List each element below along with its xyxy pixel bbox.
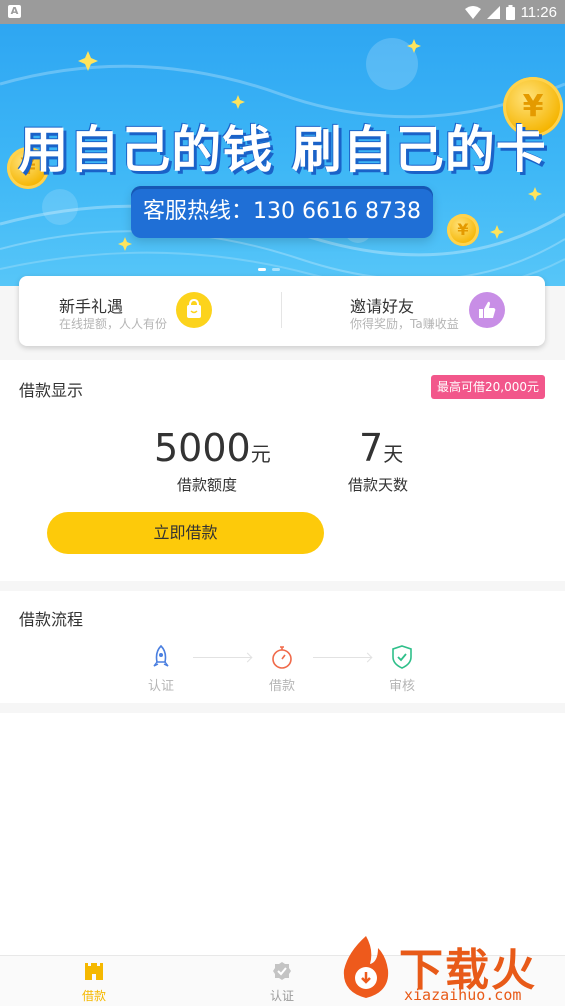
flame-logo-icon bbox=[343, 936, 389, 998]
gift-bag-icon bbox=[176, 292, 212, 328]
castle-icon bbox=[85, 963, 103, 980]
loan-amount-unit: 元 bbox=[250, 442, 271, 466]
newcomer-gift-subtitle: 在线提额，人人有份 bbox=[59, 317, 168, 331]
loan-days-label: 借款天数 bbox=[348, 476, 409, 494]
status-time: 11:26 bbox=[520, 3, 557, 21]
invite-friends-item[interactable]: 邀请好友 你得奖励，Ta赚收益 bbox=[282, 276, 545, 346]
loan-amount-label: 借款额度 bbox=[177, 476, 238, 494]
loan-section-title: 借款显示 bbox=[19, 381, 84, 400]
invite-friends-subtitle: 你得奖励，Ta赚收益 bbox=[350, 317, 459, 331]
invite-friends-title: 邀请好友 bbox=[350, 297, 415, 316]
tab-verify[interactable]: 认证 bbox=[247, 961, 317, 1004]
carousel-dot bbox=[258, 268, 266, 271]
loan-section: 借款显示 最高可借20,000元 5000元 借款额度 7天 借款天数 立即借款 bbox=[0, 360, 565, 581]
wifi-icon bbox=[464, 5, 481, 19]
signal-icon bbox=[486, 5, 500, 19]
thumbs-up-icon bbox=[469, 292, 505, 328]
loan-amount[interactable]: 5000元 bbox=[154, 426, 271, 470]
loan-amount-value: 5000 bbox=[154, 426, 251, 470]
coin-icon: ¥ bbox=[447, 214, 479, 246]
battery-icon bbox=[505, 4, 515, 20]
loan-days[interactable]: 7天 bbox=[359, 426, 403, 470]
status-bar: A 11:26 bbox=[0, 0, 565, 24]
newcomer-gift-title: 新手礼遇 bbox=[59, 297, 124, 316]
flow-step-verify: 认证 bbox=[131, 644, 191, 694]
loan-days-unit: 天 bbox=[383, 442, 404, 466]
flow-step-label: 借款 bbox=[268, 679, 295, 694]
carousel-dot bbox=[272, 268, 280, 271]
rocket-icon bbox=[153, 644, 169, 667]
empty-content-area bbox=[0, 713, 565, 955]
banner-title: 用自己的钱 刷自己的卡 bbox=[18, 121, 547, 179]
stopwatch-icon bbox=[272, 646, 292, 669]
flow-step-label: 认证 bbox=[147, 679, 174, 694]
watermark-logo: 下载火 xiazaihuo.com bbox=[334, 932, 562, 1005]
shield-check-icon bbox=[392, 645, 412, 669]
quick-actions-card: 新手礼遇 在线提额，人人有份 邀请好友 你得奖励，Ta赚收益 bbox=[19, 276, 545, 346]
flow-arrow bbox=[193, 657, 251, 658]
flow-step-label: 审核 bbox=[388, 679, 415, 694]
carousel-indicator bbox=[258, 268, 280, 271]
promo-banner[interactable]: ¥ ¥ ¥ 用自己的钱 刷自己的卡 客服热线：130 6616 8738 bbox=[0, 24, 565, 286]
newcomer-gift-item[interactable]: 新手礼遇 在线提额，人人有份 bbox=[19, 276, 281, 346]
app-notification-icon: A bbox=[8, 5, 21, 18]
badge-check-icon bbox=[273, 962, 291, 980]
tab-verify-label: 认证 bbox=[269, 989, 294, 1003]
loan-flow-title: 借款流程 bbox=[19, 610, 84, 629]
hotline-box: 客服热线：130 6616 8738 bbox=[131, 186, 433, 238]
flow-step-borrow: 借款 bbox=[252, 645, 312, 694]
watermark-url: xiazaihuo.com bbox=[404, 986, 522, 1004]
flow-step-review: 审核 bbox=[372, 645, 432, 694]
hotline-text: 客服热线：130 6616 8738 bbox=[143, 199, 421, 224]
loan-flow-section: 借款流程 认证 借款 审核 bbox=[0, 591, 565, 703]
flow-arrow bbox=[313, 657, 371, 658]
tab-borrow-label: 借款 bbox=[81, 989, 106, 1003]
tab-borrow[interactable]: 借款 bbox=[59, 961, 129, 1004]
borrow-now-button[interactable]: 立即借款 bbox=[47, 512, 324, 554]
loan-days-value: 7 bbox=[359, 426, 384, 470]
max-loan-badge: 最高可借20,000元 bbox=[431, 375, 545, 399]
